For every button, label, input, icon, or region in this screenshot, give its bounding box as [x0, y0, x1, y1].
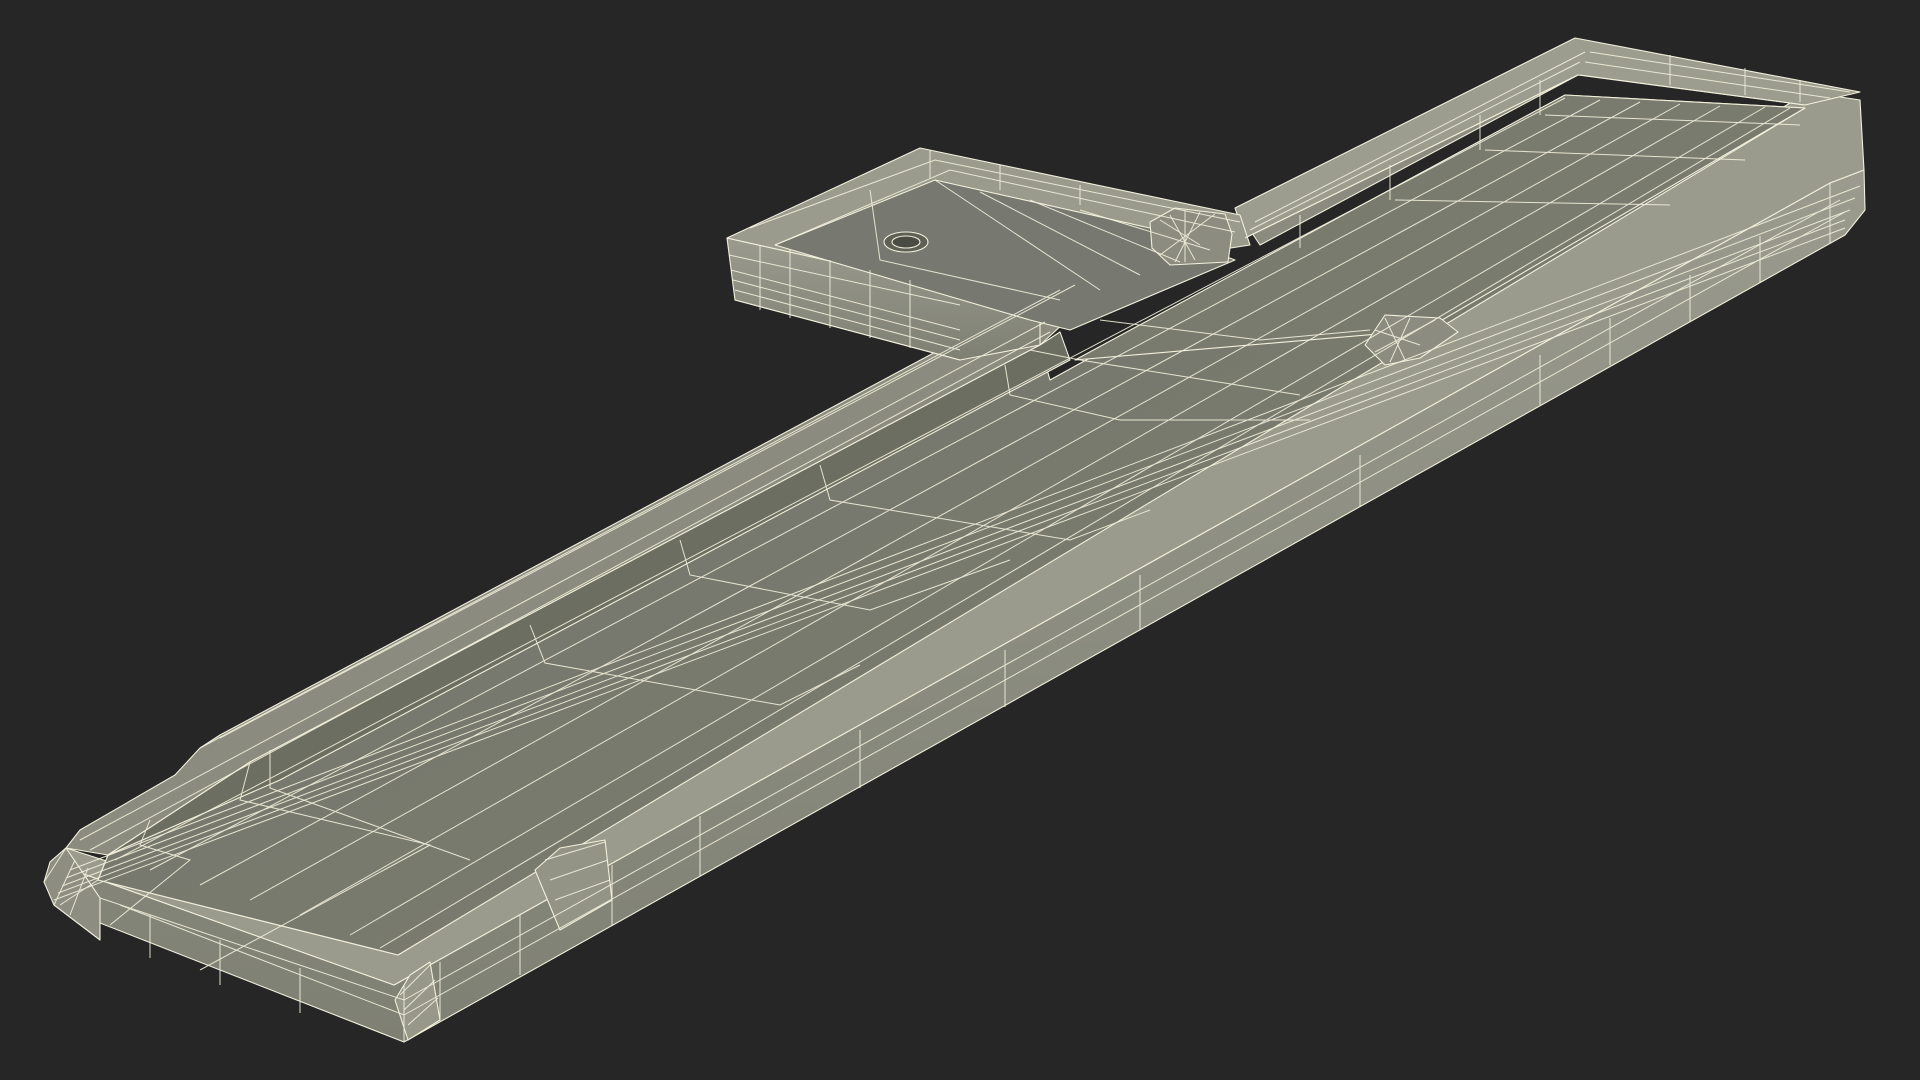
render-viewport: [0, 0, 1920, 1080]
wireframe-render: [43, 37, 1866, 1043]
